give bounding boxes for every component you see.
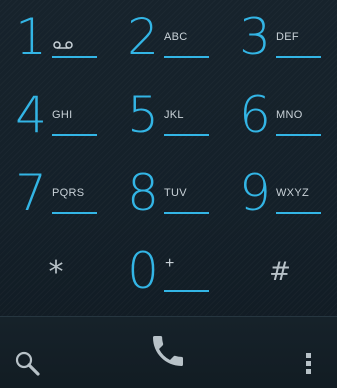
key-hash-symbol: # bbox=[269, 257, 291, 287]
key-0-underline bbox=[164, 290, 209, 292]
voicemail-icon bbox=[53, 34, 73, 49]
key-hash[interactable]: # bbox=[224, 234, 336, 312]
key-6[interactable]: 6 MNO bbox=[224, 78, 336, 156]
key-9[interactable]: 9 WXYZ bbox=[224, 156, 336, 234]
key-9-digit: 9 bbox=[239, 164, 271, 222]
key-8-digit: 8 bbox=[127, 164, 159, 222]
key-1-underline bbox=[52, 56, 97, 58]
key-2-underline bbox=[164, 56, 209, 58]
key-7-digit: 7 bbox=[15, 164, 47, 222]
key-4-underline bbox=[52, 134, 97, 136]
key-2[interactable]: 2 ABC bbox=[112, 0, 224, 78]
call-button[interactable] bbox=[112, 317, 225, 388]
key-9-letters: WXYZ bbox=[276, 187, 309, 199]
key-5-digit: 5 bbox=[127, 86, 159, 144]
key-star-symbol: * bbox=[48, 255, 64, 290]
search-button[interactable] bbox=[0, 317, 70, 388]
key-1-digit: 1 bbox=[15, 8, 47, 66]
dialer-screen: 1 2 ABC 3 DEF 4 GHI 5 JKL 6 MNO 7 PQRS 8… bbox=[0, 0, 337, 388]
key-0-digit: 0 bbox=[127, 242, 159, 300]
key-3[interactable]: 3 DEF bbox=[224, 0, 336, 78]
overflow-menu-icon bbox=[306, 353, 311, 374]
dial-keypad: 1 2 ABC 3 DEF 4 GHI 5 JKL 6 MNO 7 PQRS 8… bbox=[0, 0, 337, 316]
key-0[interactable]: 0 + bbox=[112, 234, 224, 312]
key-8-letters: TUV bbox=[164, 187, 187, 199]
key-5-underline bbox=[164, 134, 209, 136]
bottom-action-bar bbox=[0, 316, 337, 388]
key-6-underline bbox=[276, 134, 321, 136]
key-7[interactable]: 7 PQRS bbox=[0, 156, 112, 234]
key-2-letters: ABC bbox=[164, 31, 188, 43]
key-6-letters: MNO bbox=[276, 109, 303, 121]
key-6-digit: 6 bbox=[239, 86, 271, 144]
key-7-underline bbox=[52, 212, 97, 214]
key-4[interactable]: 4 GHI bbox=[0, 78, 112, 156]
key-3-letters: DEF bbox=[276, 31, 299, 43]
key-5[interactable]: 5 JKL bbox=[112, 78, 224, 156]
key-8[interactable]: 8 TUV bbox=[112, 156, 224, 234]
key-9-underline bbox=[276, 212, 321, 214]
key-star[interactable]: * bbox=[0, 234, 112, 312]
key-3-underline bbox=[276, 56, 321, 58]
key-1[interactable]: 1 bbox=[0, 0, 112, 78]
key-4-letters: GHI bbox=[52, 109, 73, 121]
key-8-underline bbox=[164, 212, 209, 214]
overflow-menu-button[interactable] bbox=[280, 317, 337, 388]
phone-handset-icon bbox=[153, 336, 183, 366]
key-4-digit: 4 bbox=[15, 86, 47, 144]
key-5-letters: JKL bbox=[164, 109, 184, 121]
key-0-plus: + bbox=[165, 255, 175, 272]
search-icon bbox=[15, 351, 40, 376]
key-2-digit: 2 bbox=[127, 8, 159, 66]
key-7-letters: PQRS bbox=[52, 187, 85, 199]
key-3-digit: 3 bbox=[239, 8, 271, 66]
